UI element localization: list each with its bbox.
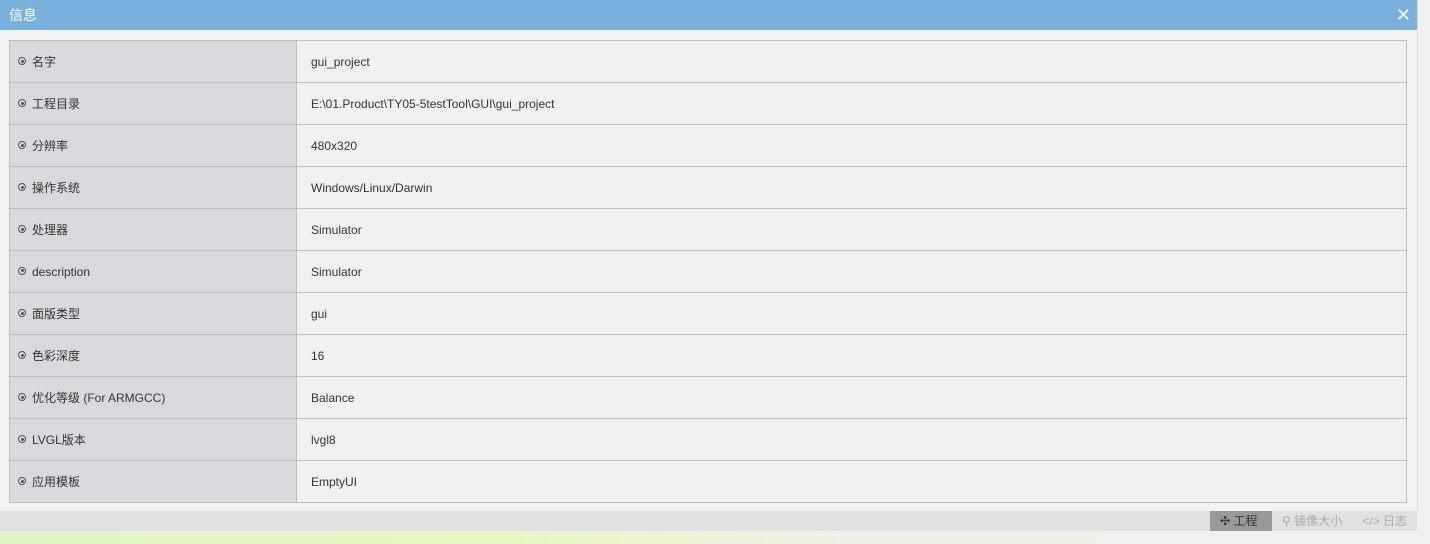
radio-dot-icon — [18, 351, 26, 359]
row-label-cell: 色彩深度 — [9, 334, 297, 377]
row-label: 优化等级 (For ARMGCC) — [32, 391, 166, 405]
table-row: 操作系统 Windows/Linux/Darwin — [9, 166, 1407, 209]
radio-dot-icon — [18, 141, 26, 149]
dialog-title: 信息 — [9, 7, 37, 23]
row-label: 名字 — [32, 55, 57, 69]
row-label-cell: 工程目录 — [9, 82, 297, 125]
row-value-cell: 480x320 — [296, 124, 1407, 167]
row-value-cell: Balance — [296, 376, 1407, 419]
row-value: gui_project — [311, 54, 370, 69]
row-label-cell: 分辨率 — [9, 124, 297, 167]
row-value-cell: Simulator — [296, 250, 1407, 293]
row-value-cell: Windows/Linux/Darwin — [296, 166, 1407, 209]
row-label: 处理器 — [32, 223, 69, 237]
info-dialog: 信息 ✕ 名字 gui_project 工程目录 E:\01.Product\TY05… — [0, 0, 1418, 511]
row-value-cell: E:\01.Product\TY05-5testTool\GUI\gui_pro… — [296, 82, 1407, 125]
row-label: 工程目录 — [32, 97, 81, 111]
row-label: 操作系统 — [32, 181, 81, 195]
radio-dot-icon — [18, 266, 26, 275]
tab-label: 日志 — [1382, 514, 1407, 528]
row-label: 分辨率 — [32, 139, 69, 153]
background-strip — [0, 532, 1430, 544]
tab-log[interactable]: </> 日志 — [1352, 511, 1417, 531]
radio-dot-icon — [18, 477, 26, 485]
table-row: LVGL版本 lvgl8 — [9, 418, 1407, 461]
row-value-cell: Simulator — [296, 208, 1407, 251]
row-value-cell: gui — [296, 292, 1407, 335]
table-row: 色彩深度 16 — [9, 334, 1407, 377]
row-label: LVGL版本 — [32, 433, 86, 447]
table-row: 工程目录 E:\01.Product\TY05-5testTool\GUI\gui… — [9, 82, 1407, 125]
tab-label: 镜像大小 — [1294, 514, 1343, 528]
row-label-cell: 面版类型 — [9, 292, 297, 335]
radio-dot-icon — [18, 99, 26, 107]
table-row: description Simulator — [9, 250, 1407, 293]
tab-image-size[interactable]: ⚲ 镜像大小 — [1272, 511, 1352, 531]
row-value: Balance — [311, 390, 355, 405]
table-row: 分辨率 480x320 — [9, 124, 1407, 167]
row-label: 应用模板 — [32, 475, 81, 489]
row-value-cell: 16 — [296, 334, 1407, 377]
row-value-cell: EmptyUI — [296, 460, 1407, 503]
row-label-cell: 处理器 — [9, 208, 297, 251]
row-value: Windows/Linux/Darwin — [311, 180, 433, 195]
table-row: 应用模板 EmptyUI — [9, 460, 1407, 503]
row-value: Simulator — [311, 264, 362, 279]
dialog-header: 信息 ✕ — [0, 0, 1417, 30]
bottom-bar: ✣ 工程 ⚲ 镜像大小 </> 日志 — [0, 511, 1417, 531]
row-value: E:\01.Product\TY05-5testTool\GUI\gui_pro… — [311, 96, 555, 111]
row-value-cell: lvgl8 — [296, 418, 1407, 461]
radio-dot-icon — [18, 225, 26, 233]
code-icon: </> — [1362, 514, 1380, 528]
radio-dot-icon — [18, 57, 26, 65]
row-value: 480x320 — [311, 138, 358, 153]
table-row: 面版类型 gui — [9, 292, 1407, 335]
row-value: lvgl8 — [311, 432, 336, 447]
row-value: EmptyUI — [311, 474, 358, 489]
row-label: 面版类型 — [32, 307, 81, 321]
row-label-cell: 应用模板 — [9, 460, 297, 503]
row-label-cell: 名字 — [9, 40, 297, 83]
row-value: Simulator — [311, 222, 362, 237]
move-icon: ✣ — [1220, 514, 1231, 528]
table-row: 名字 gui_project — [9, 40, 1407, 83]
radio-dot-icon — [18, 183, 26, 191]
tab-label: 工程 — [1233, 514, 1258, 528]
row-label-cell: 操作系统 — [9, 166, 297, 209]
table-row: 处理器 Simulator — [9, 208, 1407, 251]
row-value-cell: gui_project — [296, 40, 1407, 83]
row-label-cell: description — [9, 250, 297, 293]
row-value: gui — [311, 306, 328, 321]
table-row: 优化等级 (For ARMGCC) Balance — [9, 376, 1407, 419]
row-label-cell: 优化等级 (For ARMGCC) — [9, 376, 297, 419]
radio-dot-icon — [18, 309, 26, 317]
radio-dot-icon — [18, 435, 26, 443]
radio-dot-icon — [18, 393, 26, 401]
row-label-cell: LVGL版本 — [9, 418, 297, 461]
close-icon[interactable]: ✕ — [1396, 0, 1411, 30]
tab-project[interactable]: ✣ 工程 — [1210, 511, 1273, 531]
info-table: 名字 gui_project 工程目录 E:\01.Product\TY05-5tes… — [9, 40, 1407, 503]
row-label: 色彩深度 — [32, 349, 81, 363]
footprints-icon: ⚲ — [1282, 514, 1291, 528]
row-value: 16 — [311, 348, 325, 363]
row-label: description — [32, 264, 91, 279]
